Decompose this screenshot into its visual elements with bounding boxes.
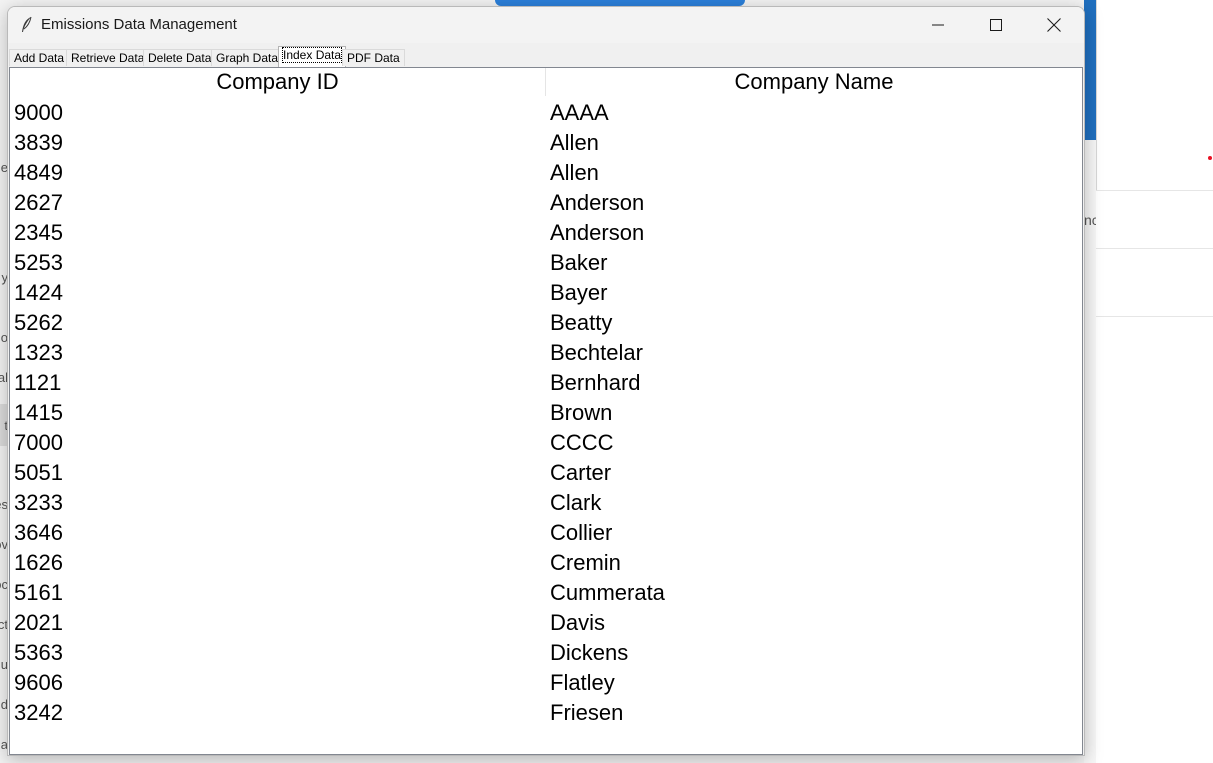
- company-id-cell: 9606: [14, 670, 63, 695]
- table-row[interactable]: 9606 Flatley: [10, 668, 1082, 698]
- company-id-cell: 7000: [14, 430, 63, 455]
- maximize-button[interactable]: [967, 7, 1025, 43]
- tab-graph-data[interactable]: Graph Data: [211, 49, 284, 66]
- company-name-cell: Anderson: [550, 220, 645, 245]
- company-name-cell: Anderson: [550, 190, 645, 215]
- company-name-cell: Beatty: [550, 310, 613, 335]
- close-button[interactable]: [1025, 7, 1083, 43]
- table-row[interactable]: 5253 Baker: [10, 248, 1082, 278]
- column-header-company-id[interactable]: Company ID: [10, 68, 546, 96]
- company-id-cell: 3242: [14, 700, 63, 725]
- column-header-company-name[interactable]: Company Name: [546, 68, 1082, 96]
- maximize-icon: [990, 19, 1002, 31]
- background-window-panel: [1084, 140, 1096, 763]
- table-row[interactable]: 4849 Allen: [10, 158, 1082, 188]
- table-row[interactable]: 1121 Bernhard: [10, 368, 1082, 398]
- company-name-cell: AAAA: [550, 100, 609, 125]
- company-name-cell: Baker: [550, 250, 608, 275]
- table-row[interactable]: 5363 Dickens: [10, 638, 1082, 668]
- table-row[interactable]: 5051 Carter: [10, 458, 1082, 488]
- background-right-text: nc: [1084, 212, 1096, 228]
- company-id-cell: 5262: [14, 310, 63, 335]
- company-id-cell: 3839: [14, 130, 63, 155]
- company-id-cell: 2627: [14, 190, 63, 215]
- notebook-tabs: Add Data Retrieve Data Delete Data Graph…: [8, 45, 1084, 67]
- table-row[interactable]: 2021 Davis: [10, 608, 1082, 638]
- table-row[interactable]: 1415 Brown: [10, 398, 1082, 428]
- company-id-cell: 1121: [14, 370, 62, 395]
- table-row[interactable]: 2627 Anderson: [10, 188, 1082, 218]
- company-id-cell: 4849: [14, 160, 63, 185]
- table-body: 9000 AAAA 3839 Allen 4849 Allen 2627 Anderson 23…: [10, 98, 1082, 728]
- table-row[interactable]: 3839 Allen: [10, 128, 1082, 158]
- company-id-cell: 5161: [14, 580, 63, 605]
- table-row[interactable]: 9000 AAAA: [10, 98, 1082, 128]
- company-name-cell: Bechtelar: [550, 340, 643, 365]
- company-name-cell: Cremin: [550, 550, 621, 575]
- company-id-cell: 5253: [14, 250, 63, 275]
- company-id-cell: 3233: [14, 490, 63, 515]
- tab-add-data[interactable]: Add Data: [9, 49, 70, 66]
- company-name-cell: Carter: [550, 460, 612, 485]
- background-divider: [1096, 248, 1213, 249]
- company-id-cell: 5363: [14, 640, 63, 665]
- table-row[interactable]: 3233 Clark: [10, 488, 1082, 518]
- index-data-table[interactable]: Company ID Company Name 9000 AAAA 3839 Alle…: [9, 67, 1083, 755]
- table-row[interactable]: 3242 Friesen: [10, 698, 1082, 728]
- table-row[interactable]: 5161 Cummerata: [10, 578, 1082, 608]
- company-name-cell: Allen: [550, 160, 599, 185]
- table-row[interactable]: 1424 Bayer: [10, 278, 1082, 308]
- company-id-cell: 1323: [14, 340, 63, 365]
- background-divider: [1096, 316, 1213, 317]
- company-name-cell: Friesen: [550, 700, 624, 725]
- table-row[interactable]: 2345 Anderson: [10, 218, 1082, 248]
- company-name-cell: Bayer: [550, 280, 608, 305]
- company-name-cell: Dickens: [550, 640, 629, 665]
- background-window-content: [1096, 190, 1213, 763]
- table-row[interactable]: 3646 Collier: [10, 518, 1082, 548]
- company-id-cell: 1626: [14, 550, 63, 575]
- window-title: Emissions Data Management: [41, 16, 237, 33]
- company-id-cell: 3646: [14, 520, 63, 545]
- feather-icon: [22, 16, 32, 32]
- table-row[interactable]: 1626 Cremin: [10, 548, 1082, 578]
- company-name-cell: Davis: [550, 610, 606, 635]
- table-row[interactable]: 7000 CCCC: [10, 428, 1082, 458]
- company-name-cell: Cummerata: [550, 580, 665, 605]
- tab-delete-data[interactable]: Delete Data: [143, 49, 217, 66]
- app-window: Emissions Data Management Add Data Retri…: [7, 6, 1085, 756]
- company-name-cell: Allen: [550, 130, 599, 155]
- minimize-button[interactable]: [909, 7, 967, 43]
- company-id-cell: 1424: [14, 280, 63, 305]
- company-id-cell: 2021: [14, 610, 63, 635]
- company-id-cell: 9000: [14, 100, 63, 125]
- background-window-banner: [1084, 0, 1096, 140]
- company-name-cell: Flatley: [550, 670, 615, 695]
- company-name-cell: Brown: [550, 400, 613, 425]
- company-name-cell: Bernhard: [550, 370, 641, 395]
- table-row[interactable]: 1323 Bechtelar: [10, 338, 1082, 368]
- company-name-cell: Clark: [550, 490, 602, 515]
- company-id-cell: 5051: [14, 460, 63, 485]
- company-id-cell: 1415: [14, 400, 63, 425]
- table-row[interactable]: 5262 Beatty: [10, 308, 1082, 338]
- title-bar[interactable]: Emissions Data Management: [8, 7, 1084, 43]
- tab-index-data[interactable]: Index Data: [278, 46, 347, 67]
- notification-dot: [1208, 156, 1212, 160]
- company-name-cell: CCCC: [550, 430, 614, 455]
- close-icon: [1047, 18, 1061, 32]
- company-name-cell: Collier: [550, 520, 613, 545]
- tab-pdf-data[interactable]: PDF Data: [342, 49, 405, 66]
- minimize-icon: [932, 24, 944, 26]
- table-header: Company ID Company Name: [10, 68, 1082, 96]
- tab-retrieve-data[interactable]: Retrieve Data: [66, 49, 150, 66]
- company-id-cell: 2345: [14, 220, 63, 245]
